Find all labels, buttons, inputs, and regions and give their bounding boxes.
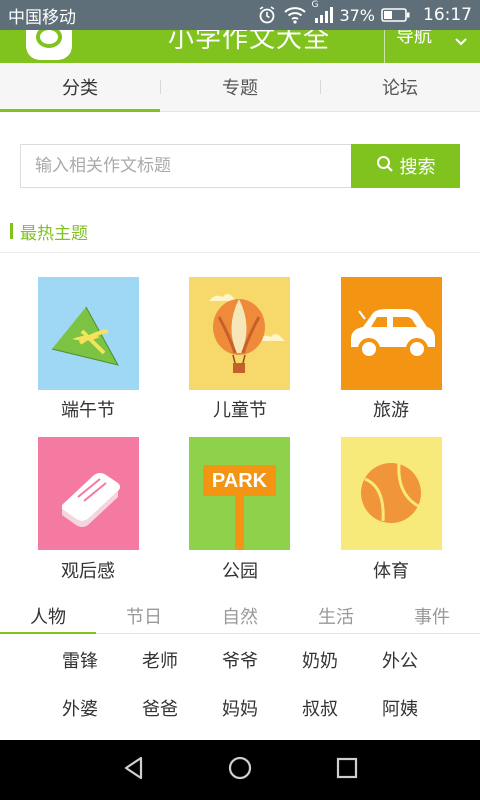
book-icon <box>38 473 139 550</box>
person-item[interactable]: 阿姨 <box>360 690 440 726</box>
person-item[interactable]: 爸爸 <box>120 690 200 726</box>
search-input[interactable] <box>20 144 352 188</box>
ball-icon <box>341 463 442 550</box>
person-list: 雷锋 老师 爷爷 奶奶 外公 外婆 爸爸 妈妈 叔叔 阿姨 <box>40 642 440 726</box>
home-button[interactable] <box>200 740 280 800</box>
topic-label-dragon-boat[interactable]: 端午节 <box>18 396 158 422</box>
category-tabs: 人物 节日 自然 生活 事件 <box>0 598 480 634</box>
category-tab-festival[interactable]: 节日 <box>96 598 192 633</box>
nav-menu-button[interactable]: 导航 <box>396 30 432 48</box>
category-tab-event[interactable]: 事件 <box>384 598 480 633</box>
recents-button[interactable] <box>307 740 387 800</box>
section-title-marker <box>10 223 13 239</box>
topic-tile-review[interactable] <box>38 437 139 550</box>
park-sign-icon: PARK <box>203 465 276 550</box>
tab-forum[interactable]: 论坛 <box>320 63 480 111</box>
person-item[interactable]: 外公 <box>360 642 440 678</box>
topic-tile-childrens-day[interactable] <box>189 277 290 390</box>
tab-separator <box>160 80 161 94</box>
section-title: 最热主题 <box>10 220 88 244</box>
system-nav-bar <box>0 740 480 800</box>
home-circle-icon <box>227 755 253 785</box>
network-type-label: G <box>311 0 319 10</box>
alarm-icon <box>257 5 277 25</box>
person-item[interactable]: 爷爷 <box>200 642 280 678</box>
clock: 16:17 <box>423 5 472 25</box>
status-bar: 中国移动 G 37% 16:17 <box>0 0 480 30</box>
section-title-text: 最热主题 <box>20 223 88 244</box>
section-divider <box>0 252 480 253</box>
category-tab-people[interactable]: 人物 <box>0 598 96 634</box>
app-header: 小学作文大全 导航 <box>0 30 480 63</box>
topic-label-review[interactable]: 观后感 <box>18 557 158 583</box>
topic-tile-park[interactable]: PARK <box>189 437 290 550</box>
topic-tile-sports[interactable] <box>341 437 442 550</box>
category-tab-nature[interactable]: 自然 <box>192 598 288 633</box>
wifi-icon <box>283 6 307 24</box>
search-button[interactable]: 搜索 <box>351 144 460 188</box>
header-divider <box>384 30 385 63</box>
tab-topics[interactable]: 专题 <box>160 63 320 111</box>
app-logo <box>26 30 72 60</box>
topic-label-sports[interactable]: 体育 <box>321 557 461 583</box>
topic-label-travel[interactable]: 旅游 <box>321 396 461 422</box>
person-item[interactable]: 妈妈 <box>200 690 280 726</box>
carrier-label: 中国移动 <box>8 7 76 28</box>
back-triangle-icon <box>121 755 147 785</box>
search-icon <box>376 155 394 178</box>
battery-icon <box>381 7 411 23</box>
tab-separator <box>320 80 321 94</box>
hot-air-balloon-icon <box>189 294 290 390</box>
topic-tile-dragon-boat[interactable] <box>38 277 139 390</box>
person-item[interactable]: 奶奶 <box>280 642 360 678</box>
category-tab-life[interactable]: 生活 <box>288 598 384 633</box>
car-icon <box>341 309 442 390</box>
top-tabs: 分类 专题 论坛 <box>0 63 480 112</box>
signal-icon: G <box>311 0 334 24</box>
topic-label-childrens-day[interactable]: 儿童节 <box>170 396 310 422</box>
battery-percent: 37% <box>339 5 375 25</box>
person-item[interactable]: 雷锋 <box>40 642 120 678</box>
tab-category[interactable]: 分类 <box>0 63 160 112</box>
search-button-label: 搜索 <box>399 157 436 178</box>
back-button[interactable] <box>94 740 174 800</box>
park-sign-text: PARK <box>212 470 268 492</box>
topic-tile-travel[interactable] <box>341 277 442 390</box>
person-item[interactable]: 外婆 <box>40 690 120 726</box>
recents-square-icon <box>335 756 359 784</box>
person-item[interactable]: 叔叔 <box>280 690 360 726</box>
app-title: 小学作文大全 <box>168 30 331 54</box>
status-icons: G 37% 16:17 <box>257 0 472 25</box>
zongzi-icon <box>38 306 139 390</box>
person-item[interactable]: 老师 <box>120 642 200 678</box>
chevron-down-icon[interactable] <box>454 32 468 51</box>
topic-label-park[interactable]: 公园 <box>170 557 310 583</box>
